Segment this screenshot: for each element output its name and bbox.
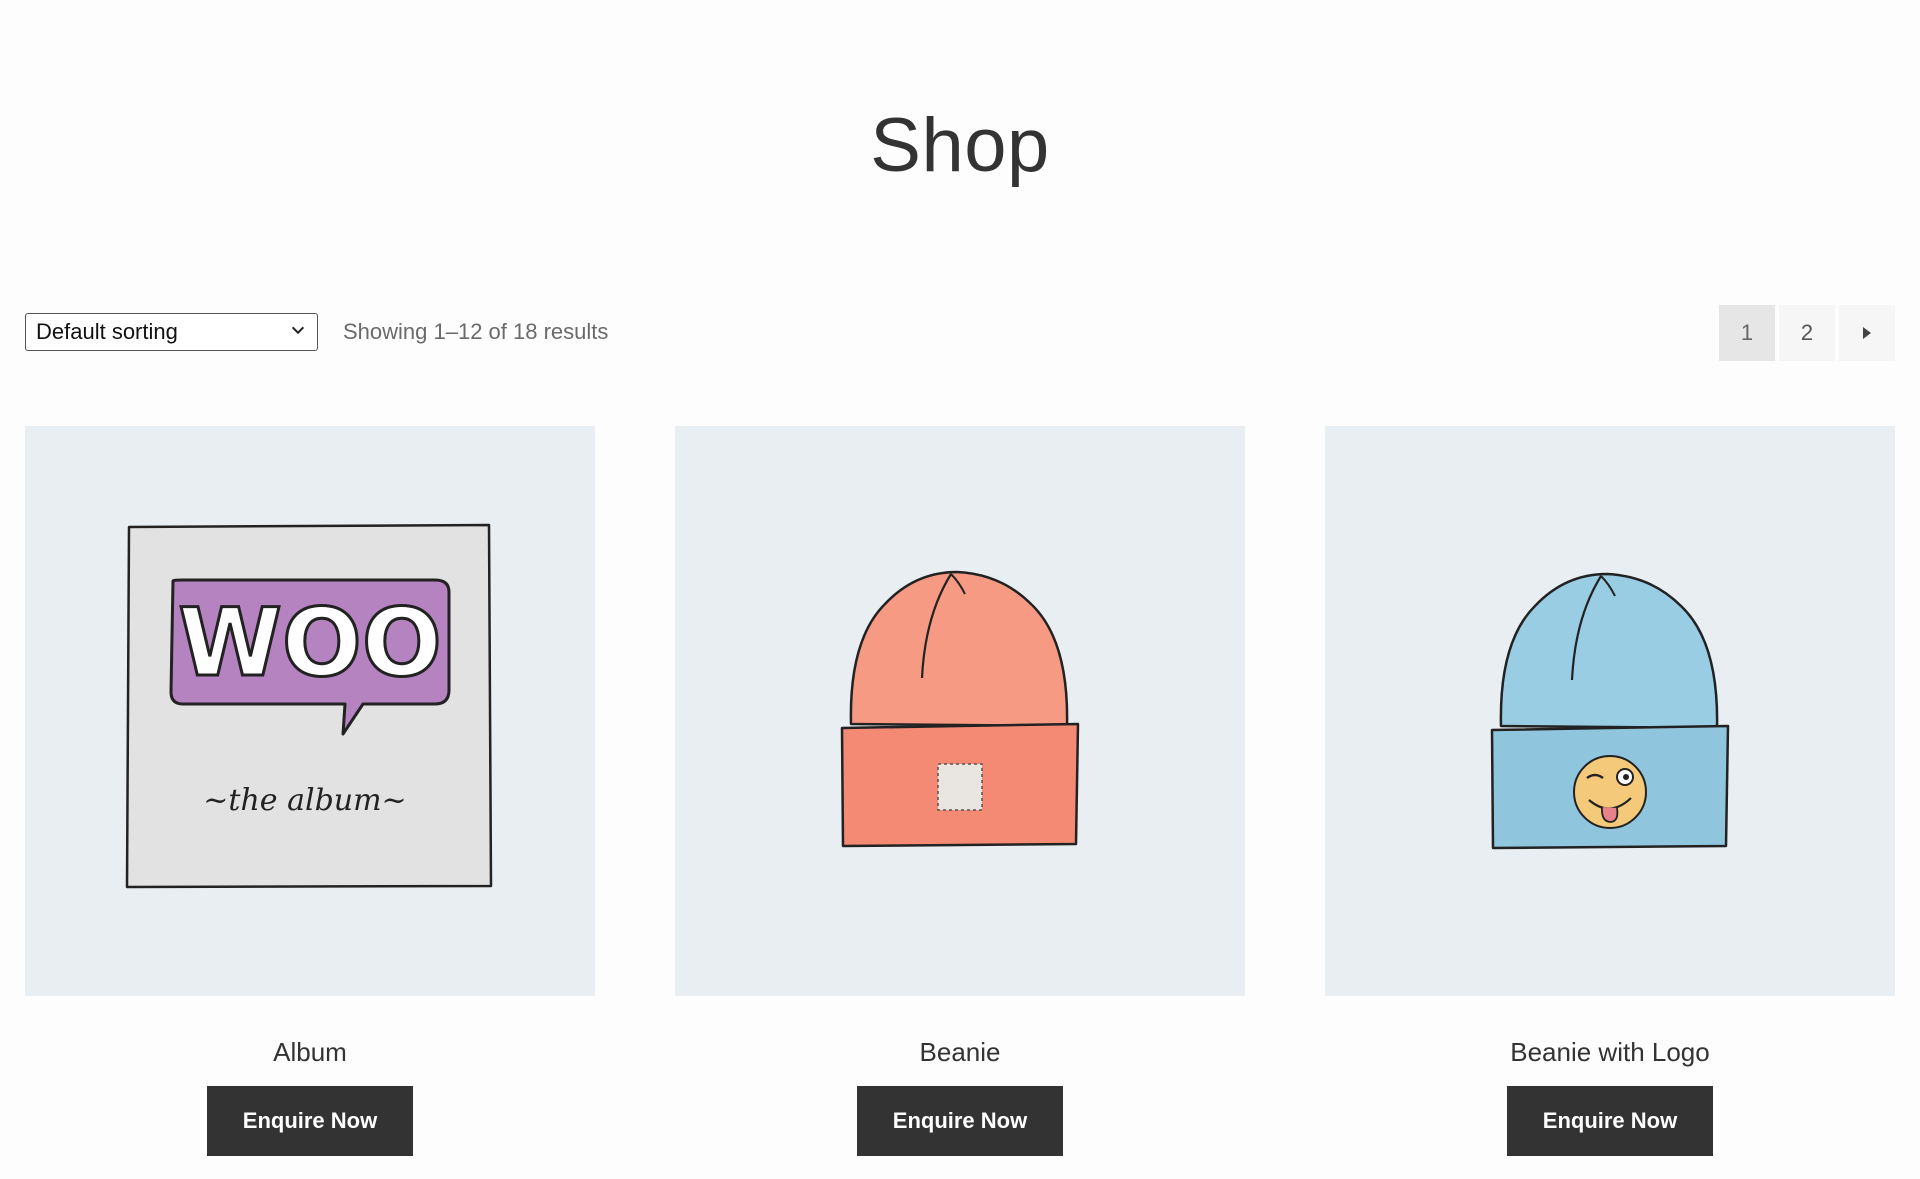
product-image-album[interactable]: WOO ~the album~ xyxy=(25,426,595,996)
page-title: Shop xyxy=(870,102,1050,188)
product-image-beanie[interactable] xyxy=(675,426,1245,996)
album-logo-text: WOO xyxy=(178,589,442,698)
next-page-button[interactable] xyxy=(1839,305,1895,361)
result-count: Showing 1–12 of 18 results xyxy=(343,319,609,344)
product-name[interactable]: Beanie with Logo xyxy=(1325,1036,1895,1068)
sort-select[interactable]: Default sorting xyxy=(25,313,318,351)
enquire-now-button[interactable]: Enquire Now xyxy=(206,1086,414,1156)
shop-page: Shop Default sorting Showing 1–12 of 18 … xyxy=(0,0,1920,1179)
product-image-beanie-with-logo[interactable] xyxy=(1325,426,1895,996)
blue-beanie-illustration xyxy=(1490,572,1730,850)
shop-toolbar: Default sorting Showing 1–12 of 18 resul… xyxy=(25,305,1895,361)
orange-beanie-illustration xyxy=(840,570,1080,848)
product-name[interactable]: Album xyxy=(25,1036,595,1068)
enquire-now-button[interactable]: Enquire Now xyxy=(1506,1086,1714,1156)
page-number-current: 1 xyxy=(1719,305,1775,361)
album-illustration: WOO ~the album~ xyxy=(125,523,493,889)
product-card: Beanie with Logo Enquire Now xyxy=(1325,426,1895,1156)
album-caption: ~the album~ xyxy=(203,783,406,818)
sort-select-value: Default sorting xyxy=(36,319,178,344)
pagination: 1 2 xyxy=(1719,305,1895,361)
triangle-right-icon xyxy=(1863,327,1871,339)
page-number-link[interactable]: 2 xyxy=(1779,305,1835,361)
product-card: Beanie Enquire Now xyxy=(675,426,1245,1156)
chevron-down-icon xyxy=(291,326,305,335)
product-name[interactable]: Beanie xyxy=(675,1036,1245,1068)
product-grid: WOO ~the album~ Album Enquire Now Beanie… xyxy=(25,426,1895,1156)
enquire-now-button[interactable]: Enquire Now xyxy=(856,1086,1064,1156)
winking-emoji-icon xyxy=(1573,755,1647,829)
product-card: WOO ~the album~ Album Enquire Now xyxy=(25,426,595,1156)
